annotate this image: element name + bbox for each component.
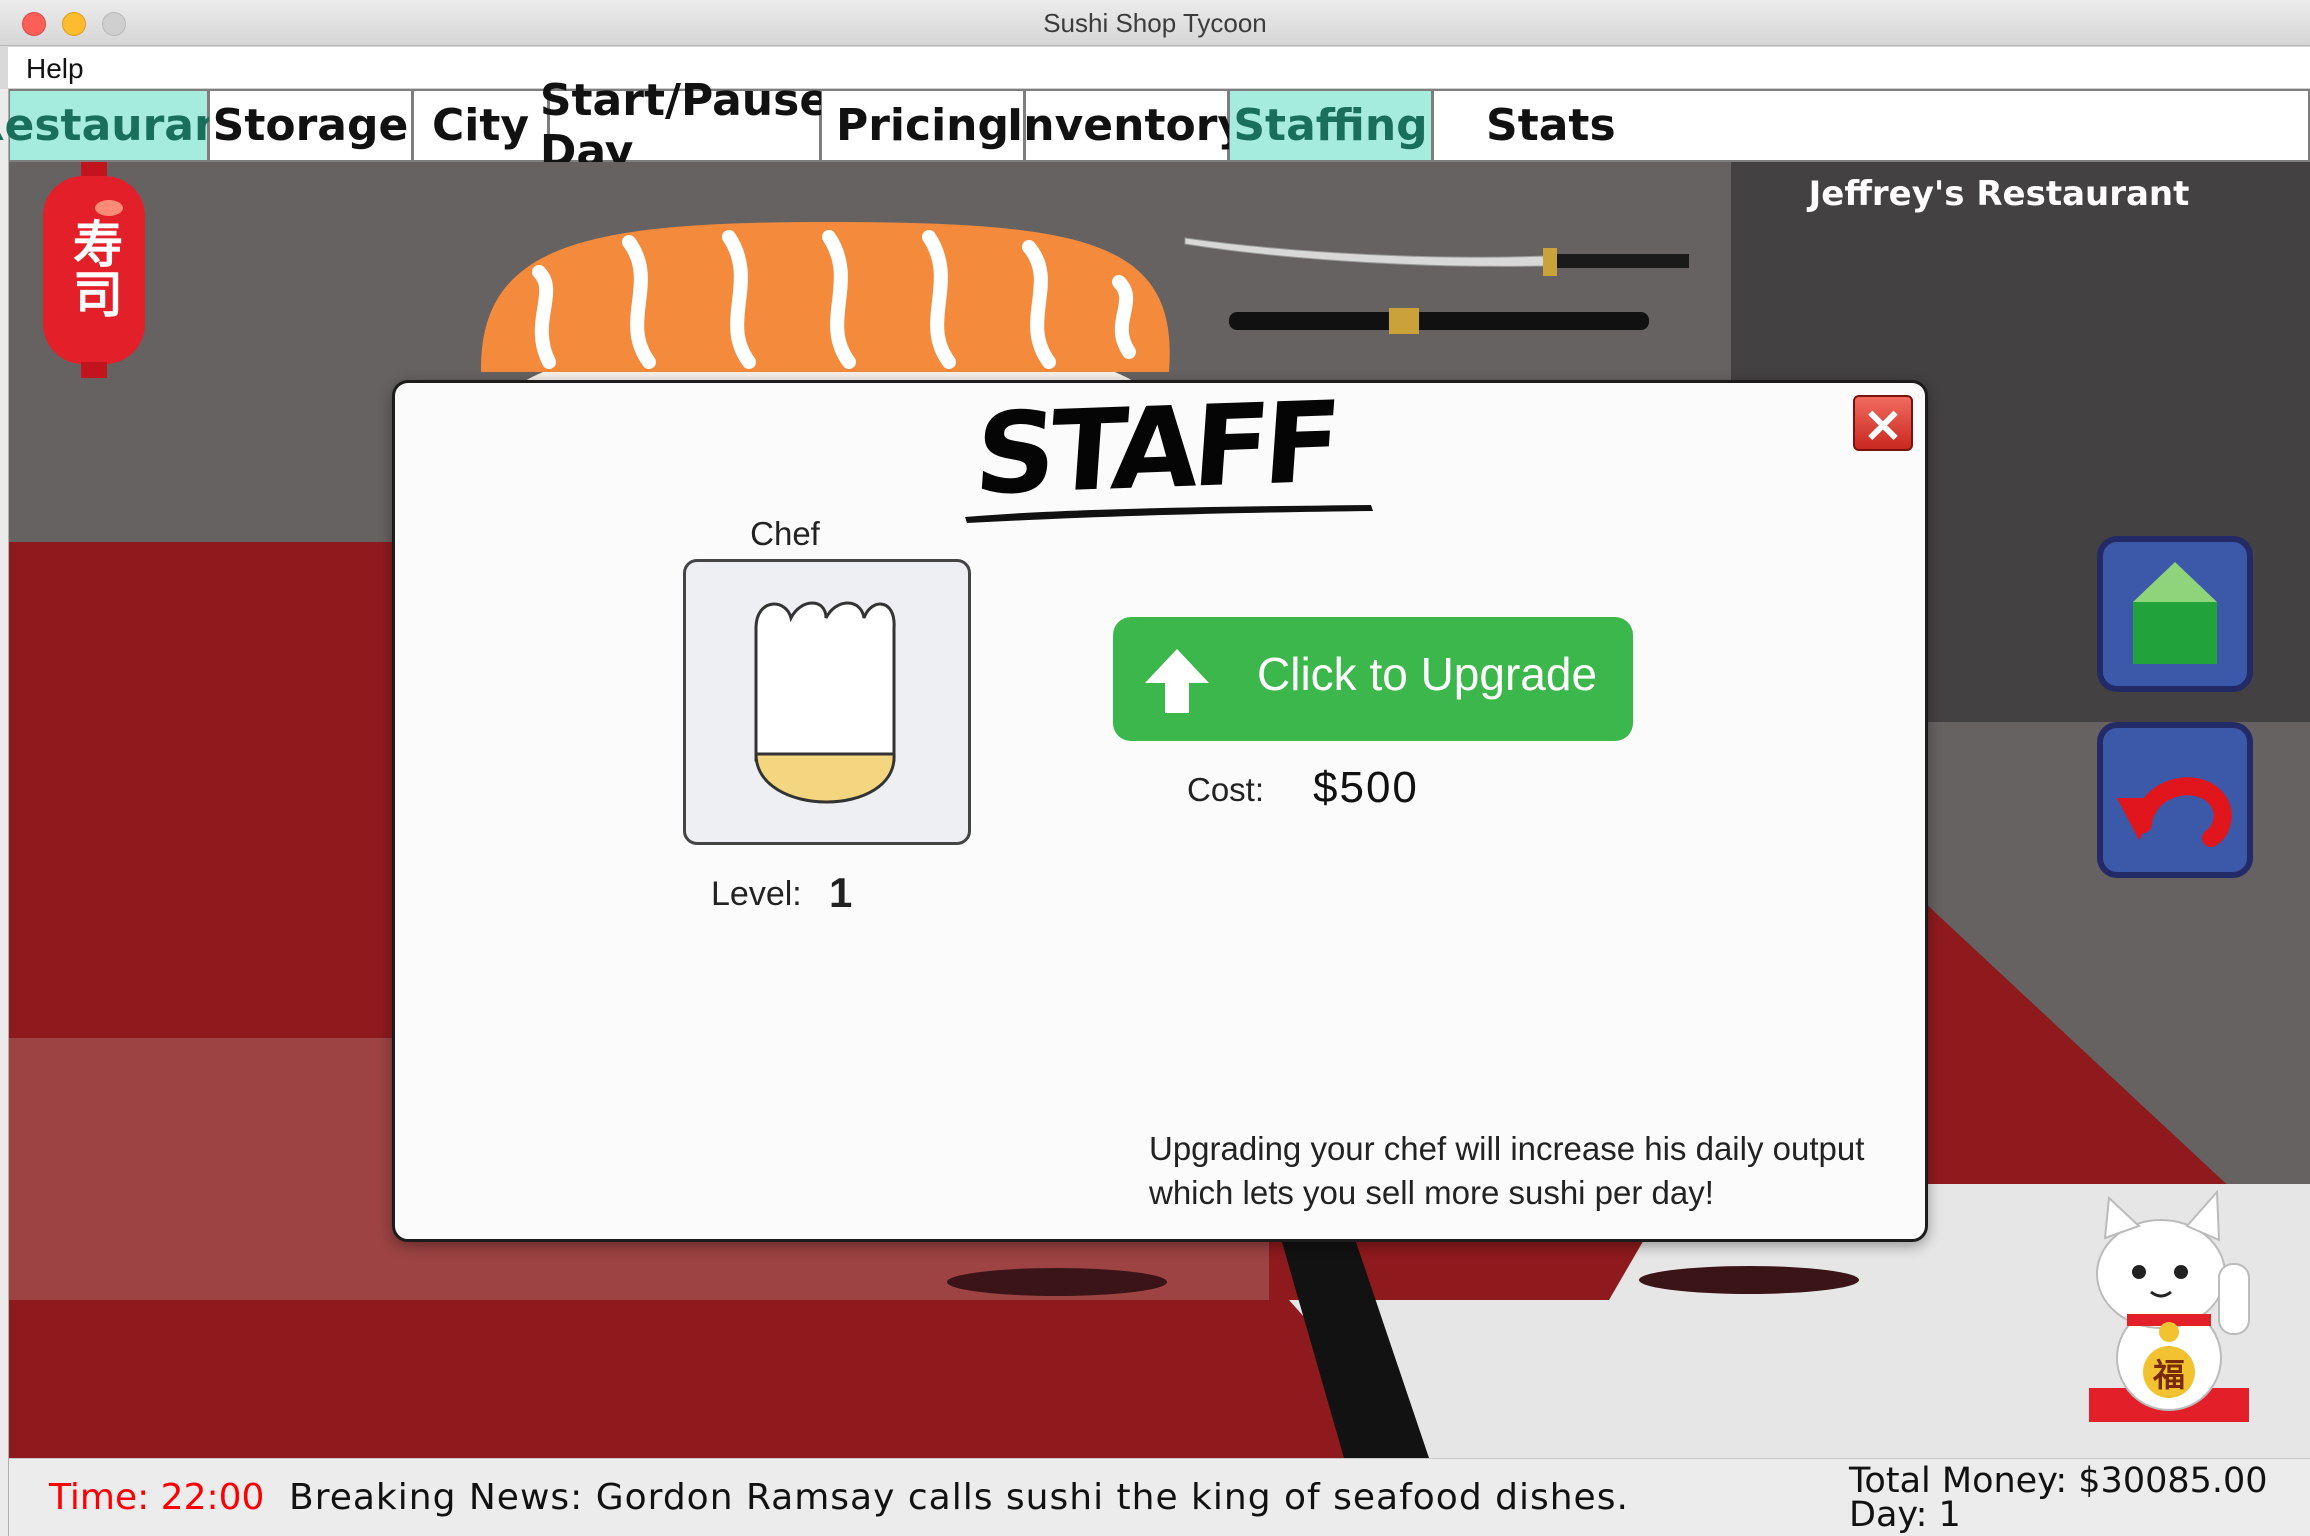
upgrade-description-line: Upgrading your chef will increase his da…: [1149, 1130, 1865, 1167]
tab-restaurant[interactable]: Restaurant: [0, 89, 246, 162]
tab-staffing[interactable]: Staffing: [1229, 89, 1433, 162]
chef-hat-icon: [754, 601, 896, 804]
dialog-title: STAFF: [970, 377, 1340, 521]
cost-label: Cost:: [1187, 771, 1265, 808]
upgrade-button-label: Click to Upgrade: [1257, 648, 1598, 700]
lucky-cat-charm: 福: [2069, 1188, 2269, 1438]
window-titlebar: Sushi Shop Tycoon: [0, 0, 2310, 46]
window-left-edge: [0, 89, 9, 1536]
up-arrow-icon: [1145, 649, 1209, 713]
tab-start-pause-day[interactable]: Start/Pause Day: [540, 75, 829, 177]
close-x-icon: ×: [1862, 395, 1904, 453]
undo-button[interactable]: [2097, 722, 2253, 878]
lucky-cat-icon: [2089, 1189, 2250, 1422]
tab-bar: Restaurant Storage City Start/Pause Day …: [0, 75, 2310, 177]
tab-stats[interactable]: Stats: [1433, 89, 2310, 162]
chef-card: [683, 559, 971, 845]
tab-inventory[interactable]: Inventory: [1007, 89, 1246, 162]
menu-bar: Help: [8, 47, 2310, 89]
upgrade-building-button[interactable]: [2097, 536, 2253, 692]
cost-value: $500: [1313, 763, 1419, 812]
lantern-text: 寿司: [65, 218, 123, 318]
upgrade-chef-button[interactable]: Click to Upgrade: [1113, 617, 1633, 741]
red-undo-arrow-icon: [2117, 777, 2232, 847]
title-brush-underline: [965, 505, 1373, 523]
restaurant-name: Jeffrey's Restaurant: [1808, 174, 2190, 214]
staff-dialog: STAFF × Chef Level: 1 Click to Upgrade C…: [392, 377, 1928, 1242]
close-dialog-button[interactable]: ×: [1853, 395, 1913, 453]
tab-pricing[interactable]: Pricing: [821, 89, 1025, 162]
menu-help[interactable]: Help: [26, 53, 84, 85]
upgrade-description-line: which lets you sell more sushi per day!: [1149, 1174, 1714, 1211]
level-label: Level:: [711, 875, 802, 913]
status-bar: Time: 22:00 Breaking News: Gordon Ramsay…: [9, 1458, 2310, 1536]
window-title: Sushi Shop Tycoon: [1043, 8, 1267, 38]
tab-storage[interactable]: Storage: [209, 89, 413, 162]
green-house-up-icon: [2133, 562, 2217, 664]
day-label: Day: 1: [1849, 1495, 1961, 1535]
katana-decoration: [1184, 237, 1689, 334]
tab-city[interactable]: City: [413, 89, 549, 162]
level-value: 1: [829, 869, 853, 916]
upgrade-description: Upgrading your chef will increase his da…: [1149, 1127, 1909, 1215]
sushi-lantern: 寿司: [39, 162, 149, 380]
cat-charm-text: 福: [2152, 1356, 2185, 1394]
staff-role-label: Chef: [750, 515, 820, 552]
breaking-news-ticker: Breaking News: Gordon Ramsay calls sushi…: [289, 1477, 1629, 1518]
time-label: Time: 22:00: [49, 1477, 265, 1518]
